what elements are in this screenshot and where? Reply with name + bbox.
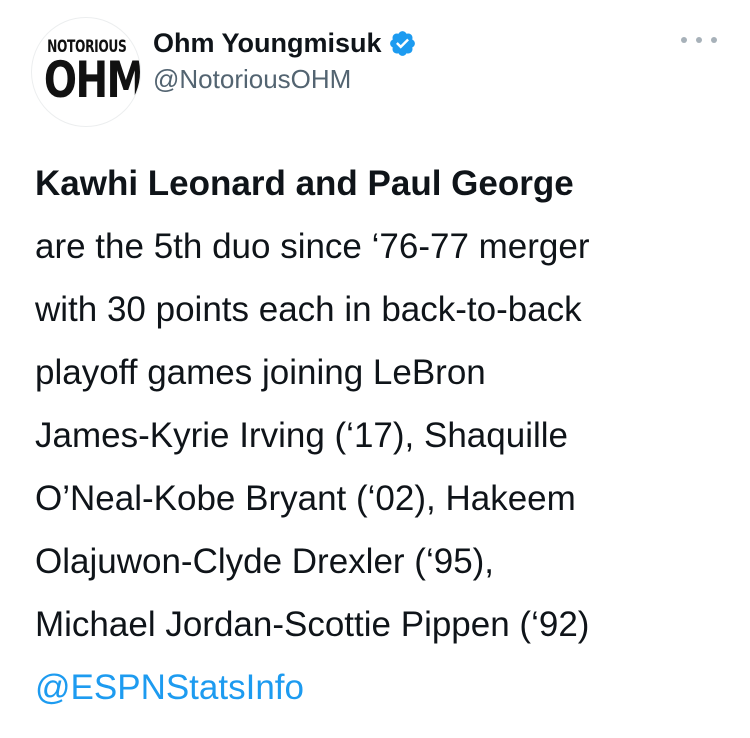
more-dot-icon (711, 37, 717, 43)
tweet-text-line: Olajuwon-Clyde Drexler (‘95), (35, 542, 495, 581)
tweet: NOTORIOUS OHM Ohm Youngmisuk @NotoriousO… (0, 0, 750, 738)
tweet-text-line: O’Neal-Kobe Bryant (‘02), Hakeem (35, 479, 576, 518)
tweet-text-line: with 30 points each in back-to-back (35, 290, 582, 329)
tweet-text: Kawhi Leonard and Paul George are the 5t… (35, 152, 735, 719)
author-handle[interactable]: @NotoriousOHM (153, 64, 351, 95)
avatar[interactable]: NOTORIOUS OHM (32, 18, 140, 126)
more-horizontal-icon[interactable] (681, 30, 717, 50)
tweet-text-line: playoff games joining LeBron (35, 353, 486, 392)
tweet-text-line: Michael Jordan-Scottie Pippen (‘92) (35, 605, 590, 644)
tweet-text-line: James-Kyrie Irving (‘17), Shaquille (35, 416, 568, 455)
more-dot-icon (696, 37, 702, 43)
more-dot-icon (681, 37, 687, 43)
author-display-name[interactable]: Ohm Youngmisuk (153, 28, 382, 59)
author-name-row: Ohm Youngmisuk (153, 26, 417, 60)
avatar-logo-bottom-text: OHM (43, 51, 140, 109)
verified-badge-icon (389, 30, 415, 56)
mention-link[interactable]: @ESPNStatsInfo (35, 656, 735, 719)
tweet-text-line: are the 5th duo since ‘76-77 merger (35, 227, 590, 266)
tweet-text-line: Kawhi Leonard and Paul George (35, 164, 574, 203)
